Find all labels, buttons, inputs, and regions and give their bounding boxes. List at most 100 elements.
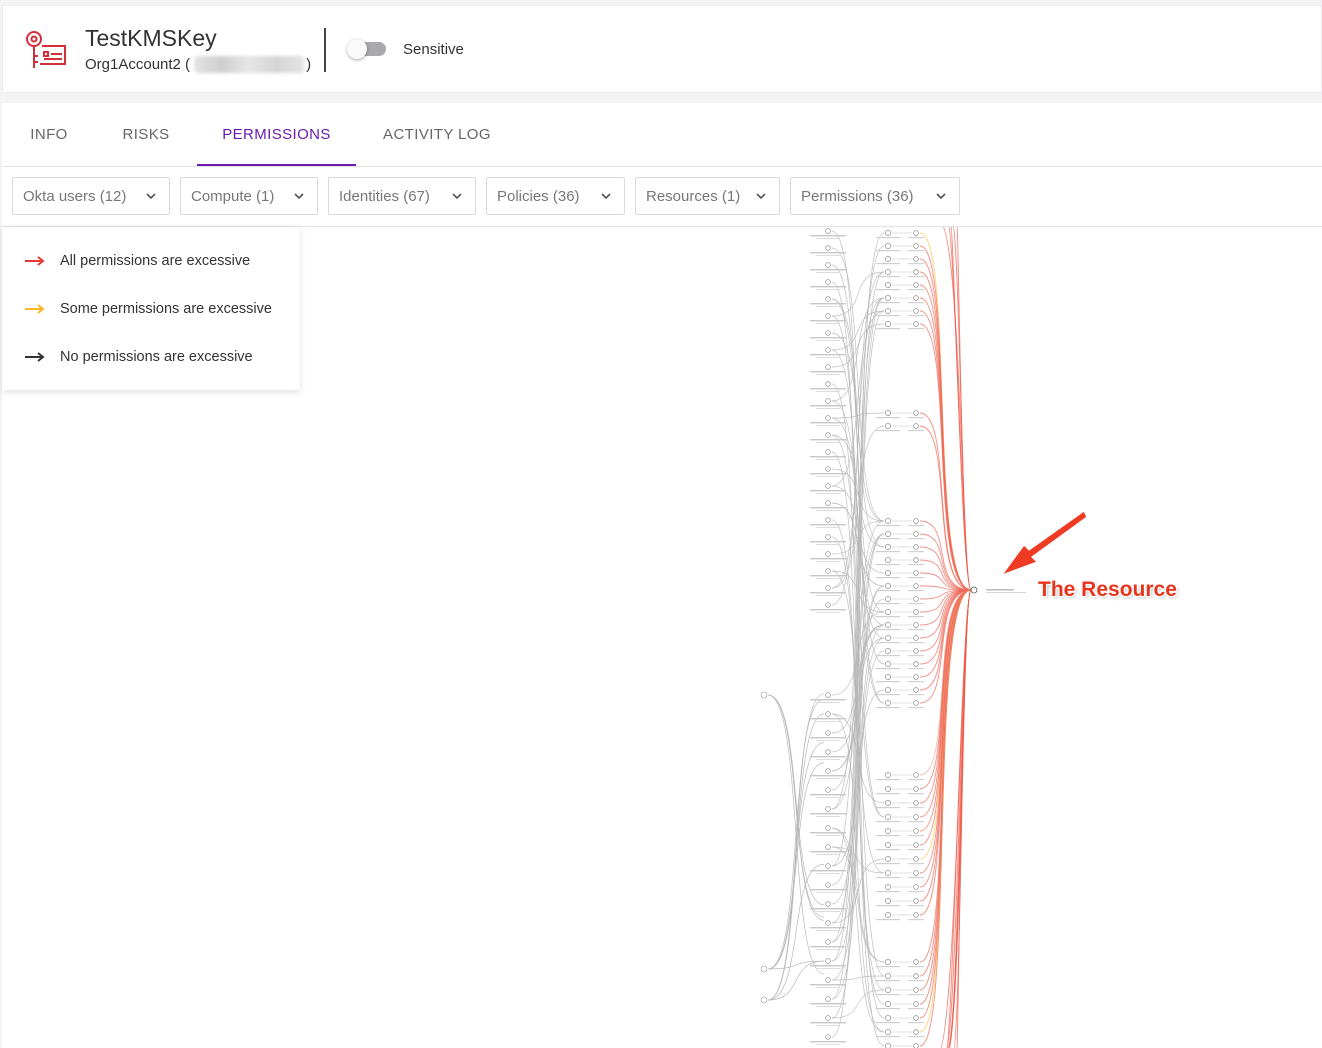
node-caption: [908, 681, 924, 683]
filter-permissions[interactable]: Permissions (36): [790, 177, 960, 215]
toggle-knob: [347, 39, 367, 59]
node-caption: [908, 863, 924, 865]
node-caption: [876, 877, 900, 879]
node-caption: [876, 980, 900, 982]
tab-permissions[interactable]: PERMISSIONS: [197, 103, 356, 166]
policy-node-icon: [885, 635, 891, 641]
identity-node-icon: [825, 996, 831, 1002]
policy-node-icon: [885, 772, 891, 778]
permission-node-icon: [913, 898, 919, 904]
policy-node-icon: [885, 243, 891, 249]
permission-node-icon: [913, 772, 919, 778]
node-caption: [876, 538, 900, 540]
node-caption: [908, 655, 924, 657]
permission-node-icon: [913, 987, 919, 993]
node-caption: [816, 778, 840, 779]
node-caption: [810, 405, 846, 407]
node-caption: [908, 250, 924, 252]
node-caption: [810, 269, 846, 271]
node-caption: [908, 980, 924, 982]
node-caption: [810, 851, 846, 853]
node-caption: [816, 873, 840, 874]
node-caption: [876, 779, 900, 781]
node-caption: [810, 286, 846, 288]
node-caption: [810, 965, 846, 967]
account-suffix: ): [306, 56, 312, 73]
permission-node-icon: [913, 423, 919, 429]
policy-node-icon: [885, 622, 891, 628]
node-caption: [908, 694, 924, 696]
identity-node-icon: [760, 996, 768, 1004]
identity-node-icon: [825, 730, 831, 736]
node-caption: [810, 813, 846, 815]
node-caption: [816, 391, 840, 392]
permission-node-icon: [913, 622, 919, 628]
node-caption: [810, 490, 846, 492]
graph-edge: [767, 863, 825, 1001]
node-caption: [986, 589, 1014, 591]
node-caption: [816, 544, 840, 545]
sensitive-toggle[interactable]: [347, 39, 386, 59]
identity-node-icon: [760, 965, 768, 973]
tab-info[interactable]: INFO: [2, 103, 96, 166]
node-caption: [810, 832, 846, 834]
node-caption: [810, 908, 846, 910]
permission-node-icon: [913, 518, 919, 524]
node-caption: [876, 302, 900, 304]
account-label: Org1Account2 (: [85, 56, 191, 73]
legend-item-none-excessive: No permissions are excessive: [24, 347, 253, 367]
filter-okta-users[interactable]: Okta users (12): [12, 177, 170, 215]
filter-resources[interactable]: Resources (1): [635, 177, 780, 215]
identity-node-icon: [825, 958, 831, 964]
tab-activity-log[interactable]: ACTIVITY LOG: [356, 103, 518, 166]
tab-risks[interactable]: RISKS: [96, 103, 196, 166]
node-caption: [908, 629, 924, 631]
node-caption: [816, 459, 840, 460]
identity-node-icon: [825, 806, 831, 812]
node-caption: [816, 759, 840, 760]
node-caption: [810, 870, 846, 872]
filter-policies[interactable]: Policies (36): [486, 177, 625, 215]
node-caption: [908, 642, 924, 644]
permission-node-icon: [913, 973, 919, 979]
redacted-account-id: [194, 56, 305, 73]
node-caption: [816, 595, 840, 596]
sensitive-label: Sensitive: [403, 41, 464, 58]
node-caption: [908, 1022, 924, 1024]
node-caption: [810, 1022, 846, 1024]
permission-edge: [919, 533, 972, 591]
node-caption: [908, 302, 924, 304]
node-caption: [908, 417, 924, 419]
node-caption: [908, 821, 924, 823]
node-caption: [876, 849, 900, 851]
header-divider: [324, 28, 326, 72]
node-caption: [908, 919, 924, 921]
identity-node-icon: [825, 313, 831, 319]
permission-edge: [948, 227, 972, 591]
node-caption: [908, 793, 924, 795]
graph-edge: [831, 310, 885, 351]
policy-node-icon: [885, 570, 891, 576]
filter-compute[interactable]: Compute (1): [180, 177, 318, 215]
node-caption: [810, 422, 846, 424]
chevron-down-icon: [452, 193, 462, 200]
legend-item-some-excessive: Some permissions are excessive: [24, 299, 272, 319]
policy-node-icon: [885, 557, 891, 563]
graph-edge: [767, 694, 825, 918]
graph-edge: [831, 247, 885, 522]
node-caption: [816, 357, 840, 358]
filter-label: Compute (1): [191, 187, 275, 205]
permission-node-icon: [913, 842, 919, 848]
permission-node-icon: [913, 674, 919, 680]
identity-node-icon: [825, 711, 831, 717]
node-caption: [816, 1025, 840, 1026]
node-caption: [810, 507, 846, 509]
node-caption: [816, 510, 840, 511]
filter-label: Identities (67): [339, 187, 430, 205]
node-caption: [908, 263, 924, 265]
node-caption: [876, 807, 900, 809]
node-caption: [876, 577, 900, 579]
permission-node-icon: [913, 635, 919, 641]
filter-identities[interactable]: Identities (67): [328, 177, 476, 215]
policy-node-icon: [885, 856, 891, 862]
